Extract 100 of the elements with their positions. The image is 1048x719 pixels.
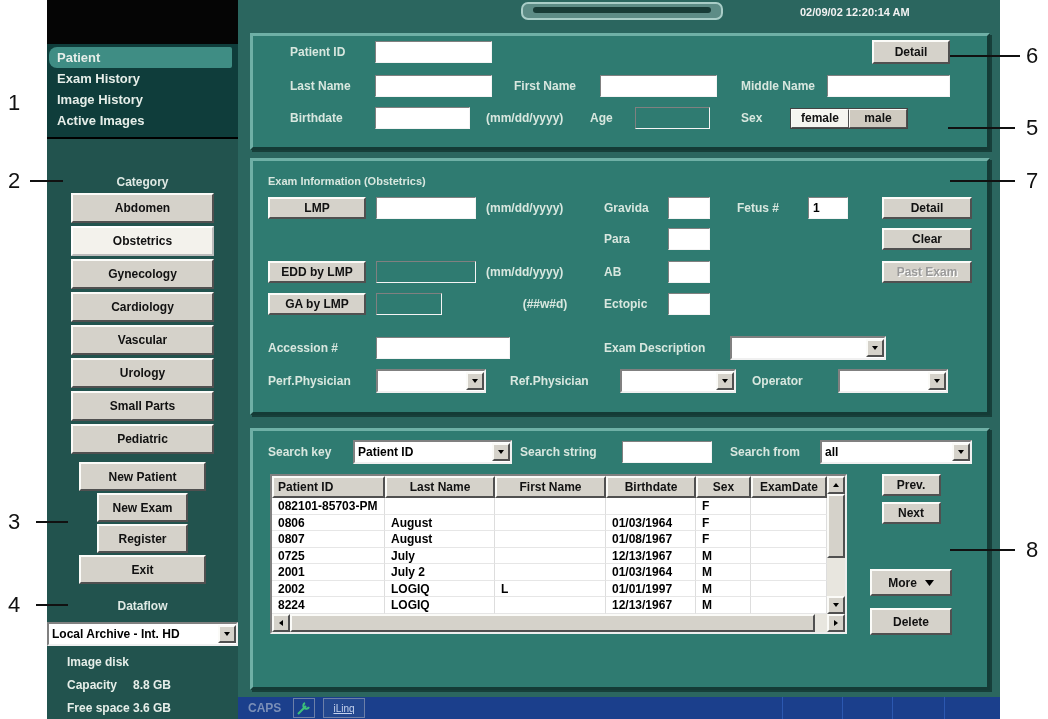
iling-button[interactable]: iLinq (323, 698, 365, 718)
table-cell: 0806 (272, 514, 385, 531)
table-cell: 0807 (272, 531, 385, 548)
dropdown[interactable] (376, 369, 486, 393)
callout-number: 4 (8, 594, 21, 616)
dropdown[interactable]: Local Archive - Int. HD (47, 622, 238, 646)
disk-label: Capacity (67, 677, 119, 692)
callout-number: 3 (8, 511, 21, 533)
field-label: (mm/dd/yyyy) (486, 201, 565, 215)
next-button[interactable]: Next (881, 502, 941, 524)
table-cell: August (385, 514, 495, 531)
category-button[interactable]: Urology (71, 358, 214, 388)
caret-icon (924, 579, 934, 586)
input-field[interactable] (668, 228, 710, 250)
leader-line (950, 55, 1020, 57)
column-header[interactable]: First Name (495, 476, 606, 498)
field-label: Para (604, 232, 632, 246)
dropdown[interactable]: all (820, 440, 972, 464)
action-button[interactable]: New Patient (79, 462, 206, 491)
category-button[interactable]: Obstetrics (71, 226, 214, 256)
field-label: Sex (741, 111, 764, 125)
table-cell: 01/03/1964 (606, 514, 696, 531)
handle-icon (521, 2, 723, 20)
field-label: Operator (752, 374, 804, 388)
category-button[interactable]: Pediatric (71, 424, 214, 454)
input-field[interactable] (622, 441, 712, 463)
input-field[interactable] (600, 75, 717, 97)
ga-field[interactable] (376, 293, 442, 315)
ga-button[interactable]: GA by LMP (268, 293, 366, 315)
input-field[interactable] (668, 293, 710, 315)
action-button[interactable]: Exit (79, 555, 206, 584)
date-time: 02/09/02 12:20:14 AM (800, 6, 910, 18)
sex-option[interactable]: male (849, 108, 907, 128)
table-cell: 12/13/1967 (606, 597, 696, 614)
age-field[interactable] (635, 107, 710, 129)
delete-button[interactable]: Delete (870, 608, 952, 635)
field-label: Gravida (604, 201, 650, 215)
category-button[interactable]: Vascular (71, 325, 214, 355)
clear-button[interactable]: Clear (882, 228, 972, 250)
table-cell: LOGIQ (385, 597, 495, 614)
disk-value: 8.8 GB (133, 677, 171, 692)
lmp-button[interactable]: LMP (268, 197, 366, 219)
category-button[interactable]: Abdomen (71, 193, 214, 223)
table-cell: 2002 (272, 580, 385, 597)
callout-number: 7 (1026, 170, 1039, 192)
sex-option[interactable]: female (791, 108, 849, 128)
column-header[interactable]: Sex (696, 476, 751, 498)
caps-indicator: CAPS (248, 701, 283, 715)
table-cell: 12/13/1967 (606, 547, 696, 564)
more-button[interactable]: More (870, 569, 952, 596)
column-header[interactable]: Birthdate (606, 476, 696, 498)
callout-number: 5 (1026, 117, 1039, 139)
column-header[interactable]: ExamDate (751, 476, 827, 498)
nav-item[interactable]: Exam History (47, 68, 238, 89)
nav-item[interactable]: Image History (47, 89, 238, 110)
dataflow-label: Dataflow (117, 598, 168, 614)
callout-number: 6 (1026, 45, 1039, 67)
input-field[interactable] (375, 75, 492, 97)
horizontal-scrollbar[interactable] (272, 614, 845, 632)
field-label: Fetus # (737, 201, 780, 215)
leader-line (948, 127, 1015, 129)
vertical-scrollbar[interactable] (827, 476, 845, 614)
leader-line (36, 521, 68, 523)
edd-button[interactable]: EDD by LMP (268, 261, 366, 283)
dropdown[interactable] (730, 336, 886, 360)
input-field[interactable] (668, 197, 710, 219)
table-cell: F (696, 498, 751, 515)
category-button[interactable]: Gynecology (71, 259, 214, 289)
category-button[interactable]: Cardiology (71, 292, 214, 322)
field-label: Patient ID (290, 45, 347, 59)
edd-field[interactable] (376, 261, 476, 283)
dropdown[interactable]: Patient ID (353, 440, 512, 464)
category-button[interactable]: Small Parts (71, 391, 214, 421)
input-field[interactable] (668, 261, 710, 283)
action-button[interactable]: Register (97, 524, 188, 553)
table-cell: July (385, 547, 495, 564)
prev-button[interactable]: Prev. (881, 474, 941, 496)
table-cell: M (696, 597, 751, 614)
nav-item[interactable]: Active Images (47, 110, 238, 131)
wrench-icon[interactable] (296, 700, 312, 716)
input-field[interactable] (376, 197, 476, 219)
action-button[interactable]: New Exam (97, 493, 188, 522)
dropdown[interactable] (838, 369, 948, 393)
field-label: Birthdate (290, 111, 344, 125)
table-cell: 01/01/1997 (606, 580, 696, 597)
field-label: Ref.Physician (510, 374, 590, 388)
column-header[interactable]: Last Name (385, 476, 495, 498)
field-label: Exam Description (604, 341, 707, 355)
input-field[interactable] (375, 41, 492, 63)
field-label: First Name (514, 79, 578, 93)
exam-detail-button[interactable]: Detail (882, 197, 972, 219)
detail-button[interactable]: Detail (872, 40, 950, 64)
field-label: AB (604, 265, 623, 279)
input-field[interactable] (827, 75, 950, 97)
input-field[interactable] (376, 337, 510, 359)
dropdown[interactable] (620, 369, 736, 393)
input-field[interactable] (375, 107, 470, 129)
column-header[interactable]: Patient ID (272, 476, 385, 498)
input-field[interactable]: 1 (808, 197, 848, 219)
leader-line (950, 549, 1015, 551)
